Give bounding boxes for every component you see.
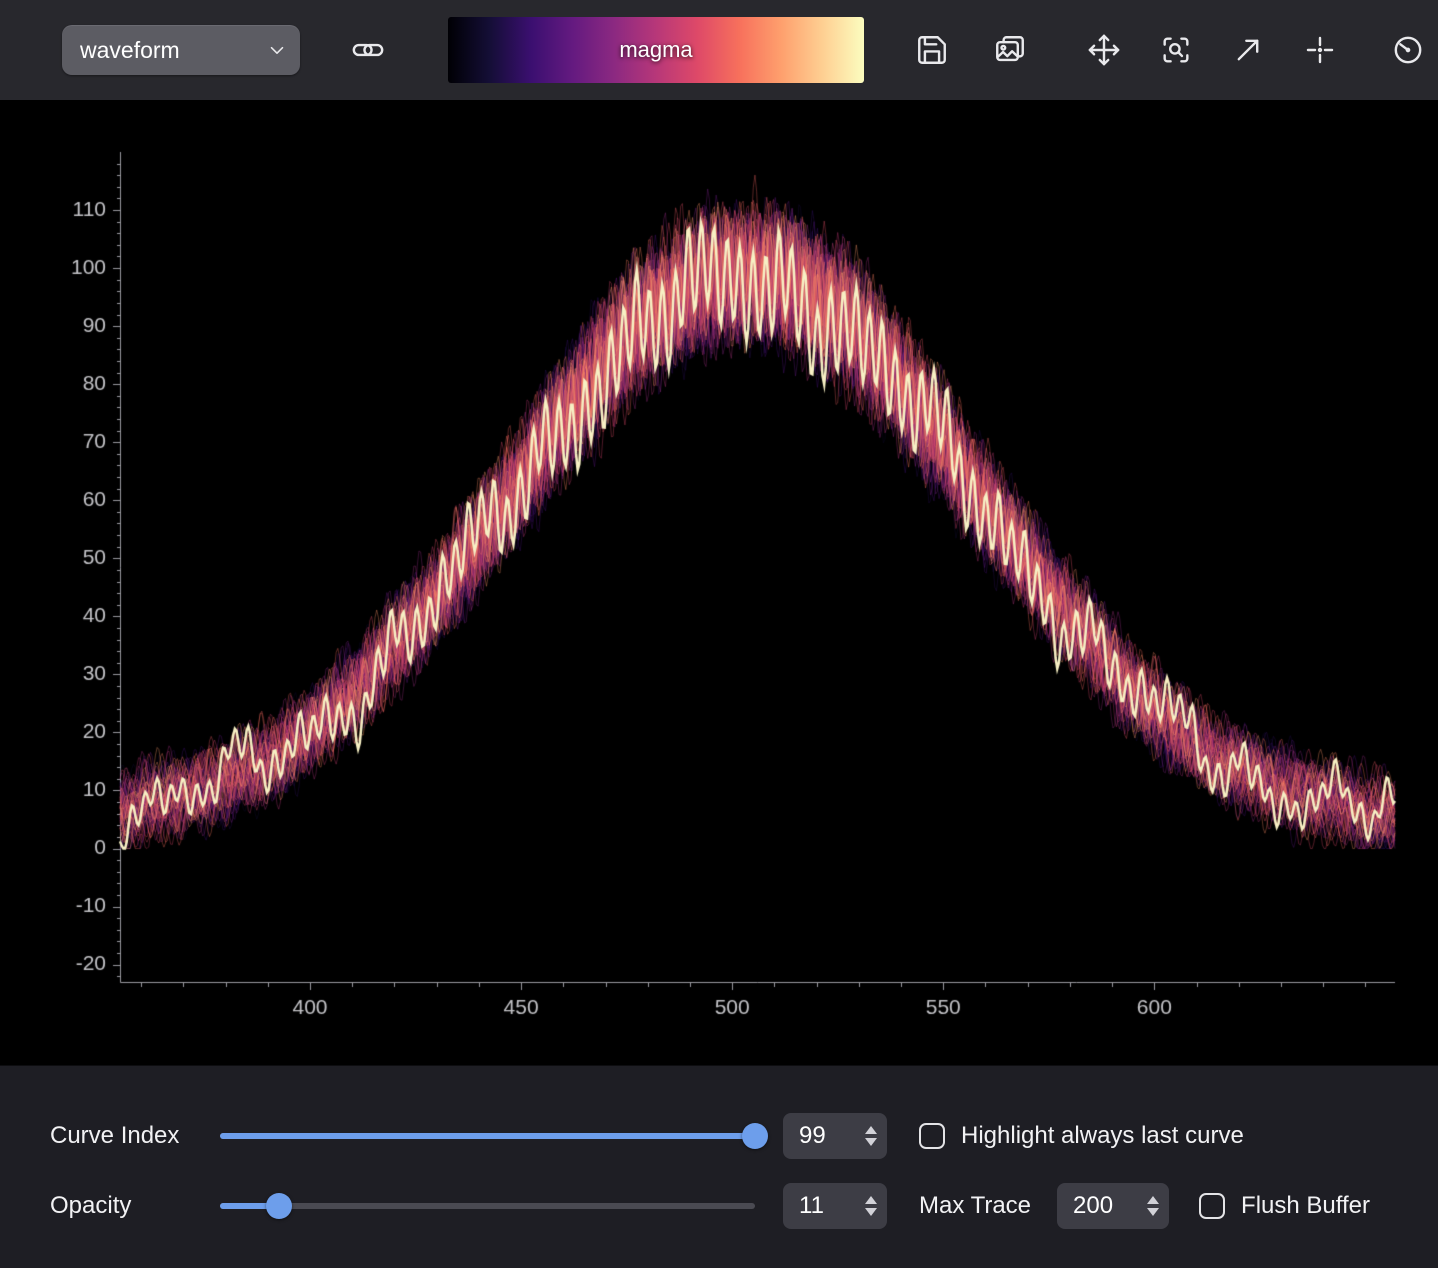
opacity-input[interactable]: [783, 1191, 865, 1221]
opacity-label: Opacity: [50, 1192, 220, 1220]
link-icon: [351, 33, 385, 67]
slider-handle[interactable]: [266, 1193, 292, 1219]
spin-arrows[interactable]: [865, 1196, 877, 1216]
slider-track[interactable]: [220, 1203, 755, 1209]
colormap-bar[interactable]: magma: [448, 17, 864, 83]
spin-down-icon[interactable]: [865, 1208, 877, 1216]
export-image-icon: [993, 33, 1027, 67]
highlight-last-label: Highlight always last curve: [961, 1122, 1244, 1150]
spin-down-icon[interactable]: [865, 1138, 877, 1146]
curve-index-label: Curve Index: [50, 1122, 220, 1150]
plot-area[interactable]: [0, 100, 1438, 1065]
gauge-button[interactable]: [1386, 28, 1430, 72]
slider-handle[interactable]: [742, 1123, 768, 1149]
gauge-icon: [1391, 33, 1425, 67]
max-trace-spinbox[interactable]: [1057, 1183, 1169, 1229]
crosshair-button[interactable]: [1298, 28, 1342, 72]
flush-buffer-checkbox[interactable]: [1199, 1193, 1225, 1219]
waveform-plot-canvas[interactable]: [0, 100, 1438, 1065]
curve-index-spinbox[interactable]: [783, 1113, 887, 1159]
spin-arrows[interactable]: [865, 1126, 877, 1146]
max-trace-label: Max Trace: [919, 1192, 1031, 1220]
zoom-region-icon: [1159, 33, 1193, 67]
crosshair-icon: [1303, 33, 1337, 67]
zoom-region-button[interactable]: [1154, 28, 1198, 72]
highlight-last-checkbox[interactable]: [919, 1123, 945, 1149]
curve-index-row: Curve Index Highlight always last curve: [50, 1110, 1438, 1162]
curve-index-input[interactable]: [783, 1121, 865, 1151]
controls-panel: Curve Index Highlight always last curve …: [0, 1065, 1438, 1268]
flush-buffer-label: Flush Buffer: [1241, 1192, 1370, 1220]
chevron-down-icon: [266, 39, 288, 61]
spin-up-icon[interactable]: [1147, 1196, 1159, 1204]
opacity-slider[interactable]: [220, 1193, 755, 1219]
save-button[interactable]: [910, 28, 954, 72]
curve-index-slider[interactable]: [220, 1123, 755, 1149]
expand-button[interactable]: [1226, 28, 1270, 72]
spin-arrows[interactable]: [1147, 1196, 1159, 1216]
link-button[interactable]: [346, 28, 390, 72]
mode-select[interactable]: waveform: [62, 25, 300, 75]
slider-fill: [220, 1133, 755, 1139]
colormap-label: magma: [619, 37, 692, 63]
pan-button[interactable]: [1082, 28, 1126, 72]
spin-down-icon[interactable]: [1147, 1208, 1159, 1216]
toolbar: waveform magma: [0, 0, 1438, 100]
opacity-spinbox[interactable]: [783, 1183, 887, 1229]
mode-select-value: waveform: [80, 37, 180, 64]
opacity-row: Opacity Max Trace Flush Buffer: [50, 1180, 1438, 1232]
save-icon: [915, 33, 949, 67]
spin-up-icon[interactable]: [865, 1196, 877, 1204]
spin-up-icon[interactable]: [865, 1126, 877, 1134]
expand-arrow-icon: [1231, 33, 1265, 67]
pan-icon: [1087, 33, 1121, 67]
export-image-button[interactable]: [988, 28, 1032, 72]
max-trace-input[interactable]: [1057, 1191, 1147, 1221]
